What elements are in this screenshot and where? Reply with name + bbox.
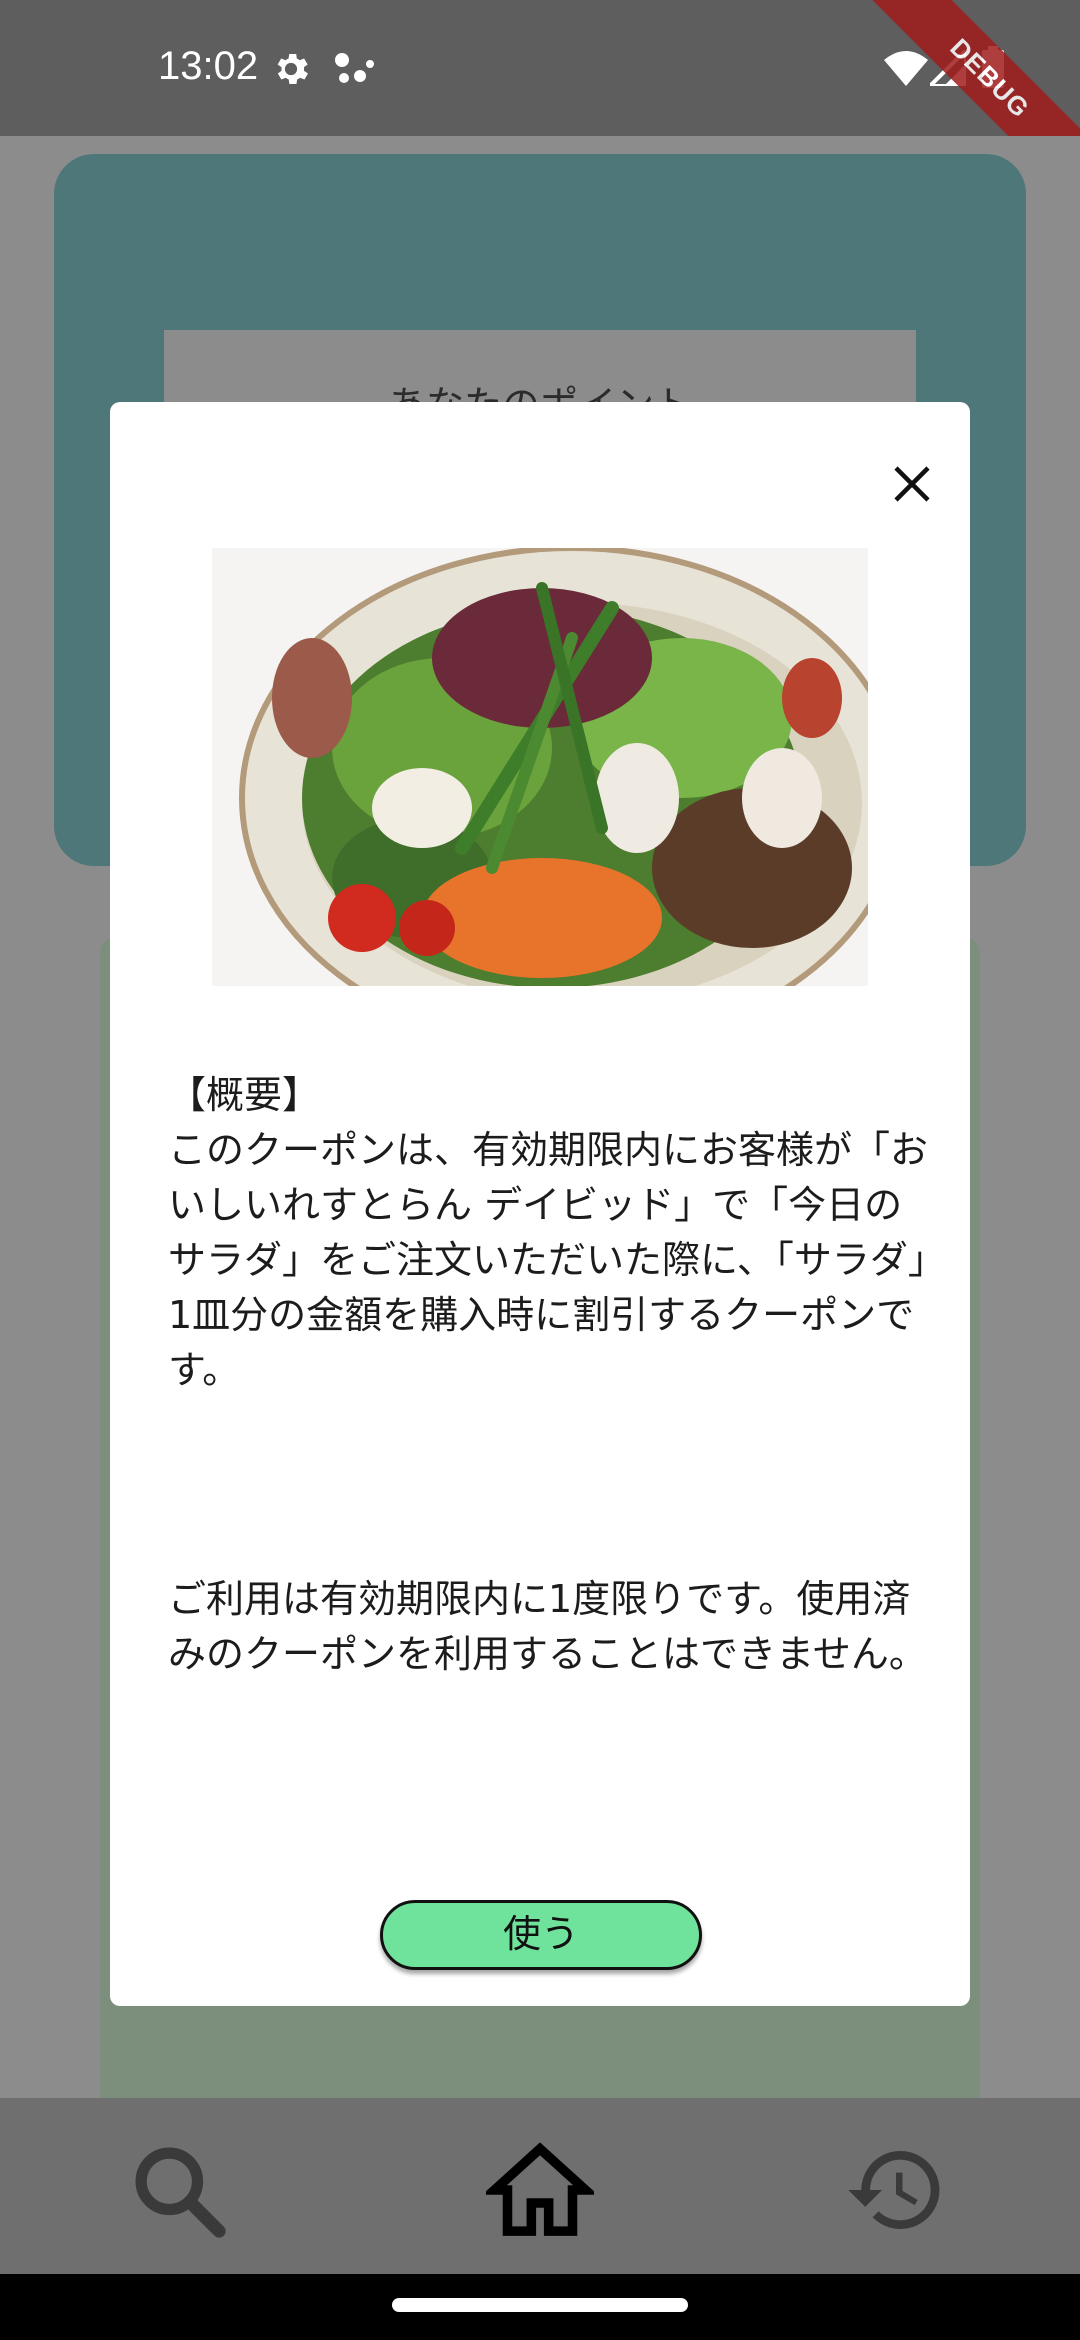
coupon-usage-note: ご利用は有効期限内に1度限りです。使用済みのクーポンを利用することはできません。 <box>168 1577 927 1676</box>
gesture-bar <box>0 2274 1080 2340</box>
coupon-summary-text: 【概要】 このクーポンは、有効期限内にお客様が「おいしいれすとらん デイビッド」… <box>168 1073 929 1392</box>
bottom-navigation <box>0 2098 1080 2274</box>
assistant-dots-icon <box>332 48 378 94</box>
close-icon <box>894 466 930 502</box>
salad-image <box>212 548 868 986</box>
home-gesture-handle[interactable] <box>392 2298 688 2312</box>
use-coupon-button[interactable]: 使う <box>380 1900 702 1970</box>
close-button[interactable] <box>876 448 948 520</box>
coupon-detail-dialog: 【概要】 このクーポンは、有効期限内にお客様が「おいしいれすとらん デイビッド」… <box>110 402 970 2006</box>
wifi-icon <box>884 50 928 90</box>
history-icon[interactable] <box>840 2138 952 2246</box>
search-icon[interactable] <box>126 2138 230 2246</box>
settings-gear-icon <box>270 48 312 94</box>
home-icon[interactable] <box>482 2138 598 2246</box>
status-bar: 13:02 DEBUG <box>0 0 1080 211</box>
status-time: 13:02 <box>158 44 259 88</box>
